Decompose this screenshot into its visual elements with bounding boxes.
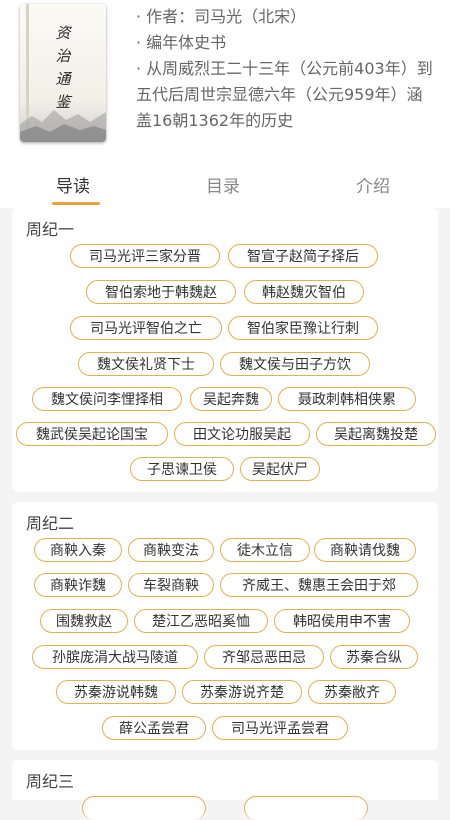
topic-tag[interactable]: 聂政刺韩相侠累 bbox=[278, 387, 416, 411]
genre-line: · 编年体史书 bbox=[136, 33, 227, 52]
topic-tag[interactable]: 智伯家臣豫让行刺 bbox=[228, 316, 378, 340]
topic-tag[interactable]: 吴起离魏投楚 bbox=[316, 422, 436, 446]
tab-guide[interactable]: 导读 bbox=[56, 172, 90, 197]
cover-title: 资治通鉴 bbox=[55, 24, 71, 111]
topic-tag[interactable]: 苏秦游说韩魏 bbox=[56, 680, 176, 704]
topic-tag[interactable]: 围魏救赵 bbox=[40, 609, 128, 633]
topic-tag[interactable]: 齐威王、魏惠王会田于郊 bbox=[220, 573, 418, 597]
topic-tag[interactable]: 田文论功服吴起 bbox=[174, 422, 310, 446]
topic-tag[interactable]: 司马光评孟尝君 bbox=[212, 716, 348, 740]
topic-tag[interactable]: 楚江乙恶昭奚恤 bbox=[134, 609, 268, 633]
topic-tag[interactable]: 魏文侯礼贤下士 bbox=[78, 352, 214, 376]
book-cover-image[interactable]: 资治通鉴 bbox=[20, 4, 106, 142]
topic-tag[interactable]: 魏文侯问李悝择相 bbox=[32, 387, 182, 411]
chapter-card-3: 周纪三 bbox=[12, 760, 438, 820]
topic-tag[interactable]: 魏文侯与田子方饮 bbox=[220, 352, 370, 376]
topic-tag[interactable]: 苏秦敝齐 bbox=[308, 680, 396, 704]
topic-tag[interactable]: 智伯索地于韩魏赵 bbox=[86, 280, 236, 304]
topic-tag[interactable]: 徒木立信 bbox=[220, 538, 310, 562]
chapter-title: 周纪一 bbox=[26, 220, 75, 239]
topic-tag[interactable]: 商鞅变法 bbox=[128, 538, 214, 562]
author-line: · 作者：司马光（北宋） bbox=[136, 7, 307, 26]
topic-tag[interactable]: 苏秦合纵 bbox=[330, 645, 418, 669]
topic-tag[interactable]: 子思谏卫侯 bbox=[130, 457, 234, 481]
active-tab-indicator bbox=[52, 202, 100, 205]
chapter-card-2: 周纪二 商鞅入秦 商鞅变法 徒木立信 商鞅请伐魏 商鞅诈魏 车裂商鞅 齐威王、魏… bbox=[12, 502, 438, 750]
topic-tag[interactable]: 商鞅入秦 bbox=[34, 538, 122, 562]
topic-tag[interactable]: 孙膑庞涓大战马陵道 bbox=[32, 645, 198, 669]
period-description: · 从周威烈王二十三年（公元前403年）到五代后周世宗显德六年（公元959年）涵… bbox=[136, 59, 433, 130]
book-header: 资治通鉴 · 作者：司马光（北宋） · 编年体史书 · 从周威烈王二十三年（公元… bbox=[0, 0, 450, 208]
topic-tag[interactable]: 商鞅请伐魏 bbox=[314, 538, 416, 562]
topic-tag[interactable]: 齐邹忌恶田忌 bbox=[204, 645, 324, 669]
topic-tag[interactable]: 韩赵魏灭智伯 bbox=[244, 280, 364, 304]
tab-intro[interactable]: 介绍 bbox=[356, 172, 390, 197]
topic-tag[interactable]: 吴起伏尸 bbox=[240, 457, 320, 481]
chapter-title: 周纪二 bbox=[26, 514, 75, 533]
topic-tag[interactable]: 韩昭侯用申不害 bbox=[274, 609, 410, 633]
tab-bar: 导读 目录 介绍 bbox=[0, 168, 450, 208]
topic-tag[interactable]: 智宣子赵简子择后 bbox=[228, 244, 378, 268]
topic-tag[interactable]: 吴起奔魏 bbox=[190, 387, 272, 411]
book-info: · 作者：司马光（北宋） · 编年体史书 · 从周威烈王二十三年（公元前403年… bbox=[136, 4, 436, 134]
topic-tag[interactable]: 司马光评智伯之亡 bbox=[70, 316, 222, 340]
topic-tag[interactable]: 司马光评三家分晋 bbox=[70, 244, 220, 268]
topic-tag[interactable]: 苏秦游说齐楚 bbox=[182, 680, 302, 704]
cover-mountain-illustration bbox=[20, 110, 106, 142]
chapter-card-1: 周纪一 司马光评三家分晋 智宣子赵简子择后 智伯索地于韩魏赵 韩赵魏灭智伯 司马… bbox=[12, 208, 438, 492]
topic-tag[interactable]: 车裂商鞅 bbox=[128, 573, 214, 597]
chapter-title: 周纪三 bbox=[26, 772, 75, 791]
topic-tag[interactable]: 魏武侯吴起论国宝 bbox=[16, 422, 168, 446]
topic-tag[interactable]: 薛公孟尝君 bbox=[102, 716, 206, 740]
tab-contents[interactable]: 目录 bbox=[206, 172, 240, 197]
topic-tag[interactable]: 商鞅诈魏 bbox=[34, 573, 122, 597]
